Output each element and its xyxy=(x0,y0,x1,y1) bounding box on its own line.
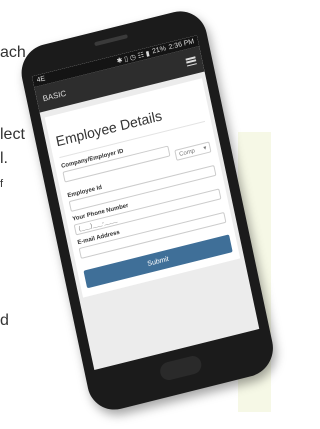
home-button[interactable] xyxy=(158,354,204,382)
app-title: BASIC xyxy=(41,88,67,103)
phone-body: 4E ✱ ▯ ◷ ☷ ▮ 21% 2:36 PM BASIC Employee … xyxy=(16,5,279,416)
chevron-down-icon: ▾ xyxy=(203,145,208,152)
status-left: 4E xyxy=(36,75,46,85)
phone-screen: 4E ✱ ▯ ◷ ☷ ▮ 21% 2:36 PM BASIC Employee … xyxy=(31,35,260,371)
background-text-5: d xyxy=(0,312,9,329)
phone-mockup: 4E ✱ ▯ ◷ ☷ ▮ 21% 2:36 PM BASIC Employee … xyxy=(0,0,318,423)
company-select-value: Comp xyxy=(178,147,196,158)
form-card: Employee Details Company/Employer ID Com… xyxy=(44,78,241,298)
background-text-4: f xyxy=(0,178,4,190)
speaker xyxy=(94,34,128,47)
hamburger-menu-icon[interactable] xyxy=(185,56,197,67)
